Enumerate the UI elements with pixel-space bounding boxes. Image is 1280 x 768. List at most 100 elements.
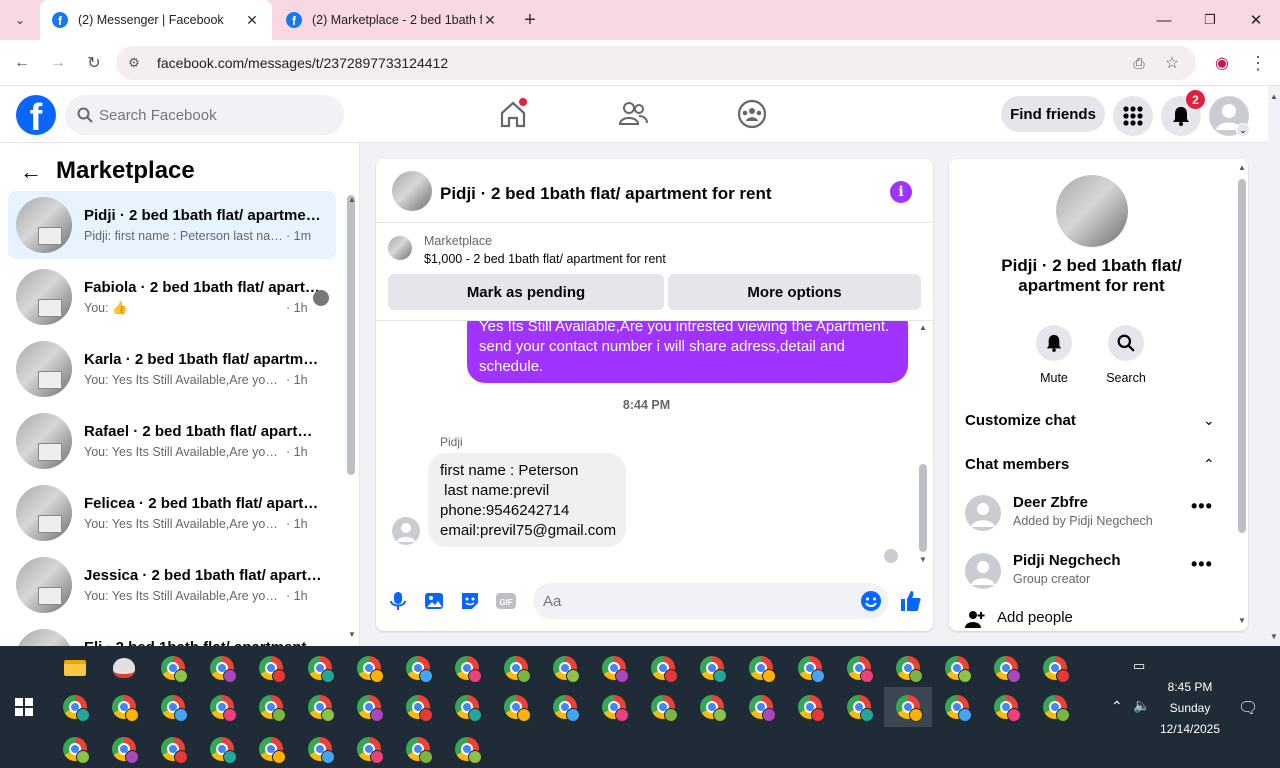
chrome-taskbar-button[interactable]: [1031, 648, 1079, 688]
scrollbar[interactable]: [347, 195, 355, 475]
tab-marketplace[interactable]: f (2) Marketplace - 2 bed 1bath f ✕: [274, 0, 510, 40]
chrome-taskbar-button[interactable]: [884, 648, 932, 688]
incoming-message-bubble[interactable]: first name : Peterson last name:previl p…: [428, 453, 626, 547]
chrome-taskbar-button[interactable]: [492, 648, 540, 688]
chrome-taskbar-button[interactable]: [982, 648, 1030, 688]
restore-button[interactable]: ❐: [1187, 0, 1233, 40]
chrome-taskbar-button[interactable]: [443, 648, 491, 688]
scroll-up-arrow[interactable]: ▲: [348, 195, 356, 204]
conversation-item[interactable]: Jessica · 2 bed 1bath flat/ apartment fo…: [8, 551, 336, 619]
forward-icon[interactable]: →: [46, 51, 70, 75]
chat-members-row[interactable]: Chat members: [965, 456, 1221, 473]
page-scroll-up-arrow[interactable]: ▲: [1270, 92, 1278, 101]
chrome-taskbar-button[interactable]: [247, 687, 295, 727]
chrome-taskbar-button[interactable]: [688, 687, 736, 727]
chrome-taskbar-button[interactable]: [100, 687, 148, 727]
mark-as-pending-button[interactable]: Mark as pending: [388, 274, 664, 310]
network-icon[interactable]: ▭: [1133, 658, 1145, 674]
add-people-row[interactable]: Add people: [997, 609, 1248, 626]
chrome-taskbar-button[interactable]: [149, 687, 197, 727]
chrome-taskbar-button[interactable]: [394, 648, 442, 688]
info-icon[interactable]: i: [890, 181, 912, 203]
chevron-down-icon[interactable]: ⌄: [1203, 412, 1215, 429]
photo-icon[interactable]: [422, 589, 446, 613]
chevron-up-icon[interactable]: ⌃: [1203, 456, 1215, 473]
paint-taskbar-button[interactable]: [100, 648, 148, 688]
file-explorer-taskbar-button[interactable]: [51, 648, 99, 688]
chrome-taskbar-button[interactable]: [1031, 687, 1079, 727]
volume-icon[interactable]: 🔈: [1133, 697, 1150, 714]
chrome-taskbar-button[interactable]: [786, 648, 834, 688]
sticker-icon[interactable]: [458, 589, 482, 613]
scrollbar[interactable]: [919, 464, 927, 552]
chrome-taskbar-button[interactable]: [884, 687, 932, 727]
minimize-button[interactable]: —: [1141, 0, 1187, 40]
chrome-taskbar-button[interactable]: [394, 687, 442, 727]
groups-icon[interactable]: [736, 98, 768, 130]
mute-button[interactable]: Mute: [1024, 325, 1084, 385]
scroll-down-arrow[interactable]: ▼: [1238, 616, 1246, 625]
more-dots-icon[interactable]: •••: [1191, 496, 1213, 517]
close-tab-icon[interactable]: ✕: [244, 12, 260, 29]
microphone-icon[interactable]: [386, 589, 410, 613]
account-avatar[interactable]: ⌄: [1209, 96, 1250, 137]
chrome-taskbar-button[interactable]: [688, 648, 736, 688]
chrome-taskbar-button[interactable]: [345, 729, 393, 768]
customize-chat-row[interactable]: Customize chat: [965, 412, 1221, 429]
reload-icon[interactable]: ↻: [82, 51, 106, 75]
chrome-taskbar-button[interactable]: [590, 687, 638, 727]
chrome-taskbar-button[interactable]: [345, 687, 393, 727]
tray-expand-icon[interactable]: ⌃: [1111, 698, 1123, 715]
tab-messenger[interactable]: f (2) Messenger | Facebook ✕: [40, 0, 272, 40]
new-tab-button[interactable]: +: [518, 8, 542, 32]
chrome-taskbar-button[interactable]: [247, 729, 295, 768]
member-row[interactable]: Deer Zbfre Added by Pidji Negchech •••: [965, 492, 1225, 536]
menu-dots-icon[interactable]: ⋮: [1246, 51, 1270, 75]
profile-icon[interactable]: ◉: [1210, 51, 1234, 75]
add-person-icon[interactable]: [965, 610, 985, 628]
chrome-taskbar-button[interactable]: [786, 687, 834, 727]
friends-icon[interactable]: [617, 98, 649, 130]
scrollbar[interactable]: [1238, 179, 1246, 533]
conversation-item[interactable]: Rafael · 2 bed 1bath flat/ apartment for…: [8, 407, 336, 475]
scroll-down-arrow[interactable]: ▼: [919, 555, 927, 564]
search-input[interactable]: [99, 95, 329, 135]
chrome-taskbar-button[interactable]: [247, 648, 295, 688]
facebook-logo[interactable]: f: [16, 95, 56, 135]
back-icon[interactable]: ←: [10, 51, 34, 75]
chrome-taskbar-button[interactable]: [639, 648, 687, 688]
like-thumb-icon[interactable]: [899, 589, 923, 613]
conversation-avatar[interactable]: [1056, 175, 1128, 247]
site-info-icon[interactable]: ⚙: [122, 51, 146, 75]
back-arrow-icon[interactable]: ←: [20, 159, 42, 185]
conversation-item[interactable]: Fabiola · 2 bed 1bath flat/ apartment fo…: [8, 263, 336, 331]
chrome-taskbar-button[interactable]: [198, 687, 246, 727]
chrome-taskbar-button[interactable]: [737, 687, 785, 727]
chrome-taskbar-button[interactable]: [345, 648, 393, 688]
chat-avatar[interactable]: [392, 171, 432, 211]
clock[interactable]: 8:45 PM Sunday 12/14/2025: [1150, 677, 1230, 740]
chrome-taskbar-button[interactable]: [100, 729, 148, 768]
close-window-button[interactable]: ✕: [1233, 0, 1279, 40]
gif-icon[interactable]: GIF: [494, 589, 518, 613]
chrome-taskbar-button[interactable]: [639, 687, 687, 727]
member-avatar[interactable]: [965, 553, 1001, 589]
chrome-taskbar-button[interactable]: [296, 648, 344, 688]
conversation-item[interactable]: Pidji · 2 bed 1bath flat/ apartment for …: [8, 191, 336, 259]
chrome-taskbar-button[interactable]: [149, 648, 197, 688]
chrome-taskbar-button[interactable]: [541, 687, 589, 727]
chrome-taskbar-button[interactable]: [835, 648, 883, 688]
message-input[interactable]: [533, 583, 888, 619]
outgoing-message-bubble[interactable]: Yes Its Still Available,Are you intreste…: [467, 321, 908, 383]
chrome-taskbar-button[interactable]: [394, 729, 442, 768]
tab-search-chevron-icon[interactable]: ⌄: [8, 8, 32, 32]
scroll-up-arrow[interactable]: ▲: [1238, 163, 1246, 172]
more-options-button[interactable]: More options: [668, 274, 921, 310]
scroll-down-arrow[interactable]: ▼: [348, 630, 356, 639]
menu-grid-button[interactable]: [1113, 96, 1153, 136]
notifications-button[interactable]: 2: [1161, 90, 1205, 136]
conversation-item[interactable]: Felicea · 2 bed 1bath flat/ apartment fo…: [8, 479, 336, 547]
chrome-taskbar-button[interactable]: [443, 729, 491, 768]
member-row[interactable]: Pidji Negchech Group creator •••: [965, 550, 1225, 594]
more-dots-icon[interactable]: •••: [1191, 554, 1213, 575]
